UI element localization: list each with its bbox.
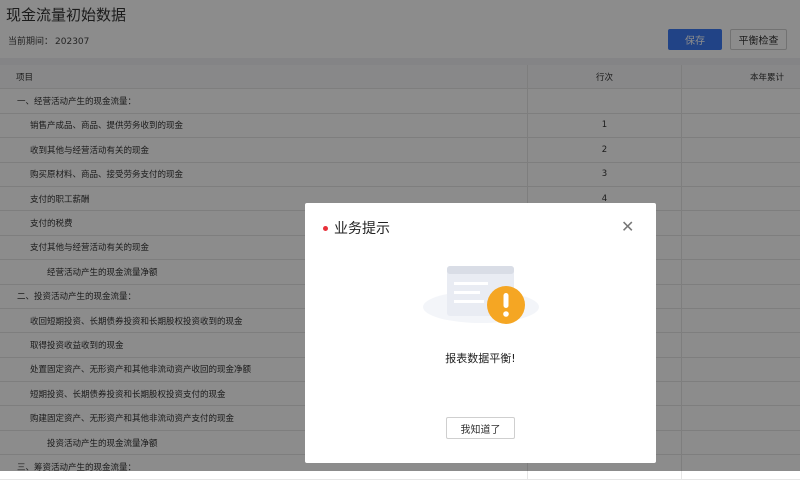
dialog-message: 报表数据平衡! xyxy=(445,352,516,365)
dialog-title: 业务提示 xyxy=(334,221,390,237)
got-it-button[interactable]: 我知道了 xyxy=(446,417,515,439)
title-dot-icon xyxy=(323,226,328,231)
warning-illustration-icon xyxy=(423,266,539,324)
close-icon[interactable]: ✕ xyxy=(621,219,634,235)
business-tip-dialog: 业务提示 ✕ 报表数据平衡! 我知道了 xyxy=(305,203,656,463)
